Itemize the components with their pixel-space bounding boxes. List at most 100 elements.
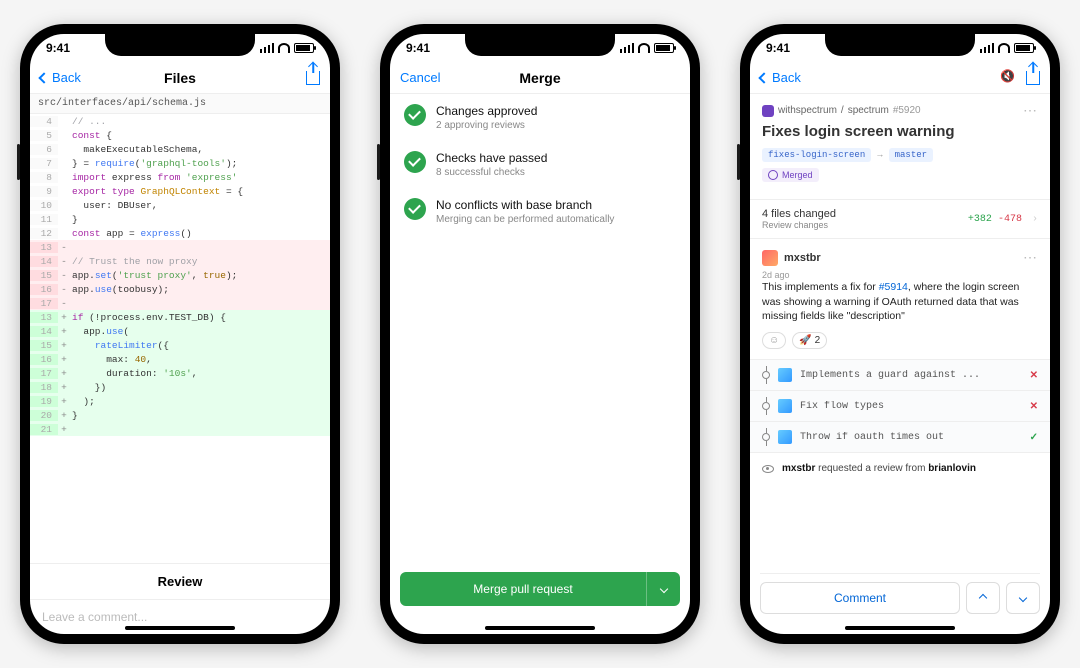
wifi-icon <box>998 43 1010 53</box>
status-time: 9:41 <box>406 41 430 55</box>
code-line: 4// ... <box>30 114 330 128</box>
avatar[interactable] <box>762 250 778 266</box>
check-icon <box>404 198 426 220</box>
files-changed-row[interactable]: 4 files changed Review changes +382 -478… <box>750 199 1050 239</box>
status-time: 9:41 <box>766 41 790 55</box>
code-line: 17+ duration: '10s', <box>30 366 330 380</box>
code-line: 14+ app.use( <box>30 324 330 338</box>
avatar <box>778 399 792 413</box>
prev-button[interactable] <box>966 582 1000 614</box>
comment-button[interactable]: Comment <box>760 582 960 614</box>
merge-pr-button[interactable]: Merge pull request <box>400 572 646 606</box>
chevron-left-icon <box>758 72 769 83</box>
code-line: 17- <box>30 296 330 310</box>
merge-dropdown-button[interactable] <box>646 572 680 606</box>
chevron-down-icon <box>659 585 667 593</box>
files-changed-sub: Review changes <box>762 220 836 230</box>
commit-row[interactable]: Implements a guard against ...✕ <box>750 359 1050 390</box>
code-line: 18+ }) <box>30 380 330 394</box>
mute-icon[interactable] <box>1002 71 1016 85</box>
cancel-label: Cancel <box>400 70 440 85</box>
code-line: 12const app = express() <box>30 226 330 240</box>
code-line: 14-// Trust the now proxy <box>30 254 330 268</box>
check-icon <box>404 104 426 126</box>
pr-title: Fixes login screen warning <box>762 123 1038 140</box>
pr-comment: mxstbr ⋯ 2d ago This implements a fix fo… <box>750 239 1050 359</box>
commit-row[interactable]: Fix flow types✕ <box>750 390 1050 421</box>
signal-icon <box>620 43 634 53</box>
issue-link[interactable]: #5914 <box>879 281 908 293</box>
signal-icon <box>980 43 994 53</box>
review-request: mxstbr requested a review from brianlovi… <box>750 452 1050 484</box>
file-path: src/interfaces/api/schema.js <box>30 94 330 114</box>
back-button[interactable]: Back <box>760 70 830 85</box>
commit-icon <box>762 371 770 379</box>
page-title: Merge <box>519 70 560 86</box>
code-line: 7} = require('graphql-tools'); <box>30 156 330 170</box>
comment-time: 2d ago <box>762 270 1038 280</box>
review-button[interactable]: Review <box>30 564 330 599</box>
code-line: 13+if (!process.env.TEST_DB) { <box>30 310 330 324</box>
wifi-icon <box>638 43 650 53</box>
code-line: 9export type GraphQLContext = { <box>30 184 330 198</box>
code-line: 10 user: DBUser, <box>30 198 330 212</box>
back-button[interactable]: Back <box>40 70 110 85</box>
page-title: Files <box>164 70 196 86</box>
signal-icon <box>260 43 274 53</box>
home-indicator <box>485 626 595 630</box>
arrow-icon: → <box>877 150 882 160</box>
merge-check-item: Changes approved2 approving reviews <box>390 94 690 141</box>
home-indicator <box>845 626 955 630</box>
avatar <box>778 368 792 382</box>
diff-view: 4// ...5const {6 makeExecutableSchema,7}… <box>30 114 330 436</box>
wifi-icon <box>278 43 290 53</box>
head-branch[interactable]: fixes-login-screen <box>762 148 871 162</box>
chevron-left-icon <box>38 72 49 83</box>
more-icon[interactable]: ⋯ <box>1023 102 1038 119</box>
code-line: 15+ rateLimiter({ <box>30 338 330 352</box>
merged-badge: Merged <box>762 168 819 182</box>
chevron-down-icon <box>1019 594 1027 602</box>
avatar <box>778 430 792 444</box>
comment-body: This implements a fix for #5914, where t… <box>762 280 1038 324</box>
back-label: Back <box>52 70 81 85</box>
share-icon[interactable] <box>1026 71 1040 85</box>
back-label: Back <box>772 70 801 85</box>
battery-icon <box>1014 43 1034 53</box>
code-line: 16+ max: 40, <box>30 352 330 366</box>
breadcrumb[interactable]: withspectrum / spectrum #5920 ⋯ <box>762 102 1038 119</box>
merge-check-item: Checks have passed8 successful checks <box>390 141 690 188</box>
diffstat: +382 -478 › <box>968 214 1038 225</box>
code-line: 19+ ); <box>30 394 330 408</box>
more-icon[interactable]: ⋯ <box>1023 249 1038 266</box>
repo-icon <box>762 105 774 117</box>
comment-author[interactable]: mxstbr <box>784 252 821 264</box>
eye-icon <box>762 465 774 473</box>
home-indicator <box>125 626 235 630</box>
commit-row[interactable]: Throw if oauth times out✓ <box>750 421 1050 452</box>
chevron-up-icon <box>979 594 987 602</box>
code-line: 6 makeExecutableSchema, <box>30 142 330 156</box>
code-line: 15-app.set('trust proxy', true); <box>30 268 330 282</box>
base-branch[interactable]: master <box>889 148 933 162</box>
cancel-button[interactable]: Cancel <box>400 70 470 85</box>
check-icon <box>404 151 426 173</box>
merge-check-item: No conflicts with base branchMerging can… <box>390 188 690 235</box>
battery-icon <box>294 43 314 53</box>
files-changed-title: 4 files changed <box>762 208 836 220</box>
code-line: 20+} <box>30 408 330 422</box>
reaction-rocket[interactable]: 🚀 2 <box>792 332 827 349</box>
status-time: 9:41 <box>46 41 70 55</box>
code-line: 5const { <box>30 128 330 142</box>
code-line: 21+ <box>30 422 330 436</box>
code-line: 13- <box>30 240 330 254</box>
add-reaction-button[interactable]: ☺ <box>762 332 786 349</box>
code-line: 11} <box>30 212 330 226</box>
battery-icon <box>654 43 674 53</box>
next-button[interactable] <box>1006 582 1040 614</box>
commit-icon <box>762 433 770 441</box>
commit-icon <box>762 402 770 410</box>
share-icon[interactable] <box>306 71 320 85</box>
code-line: 8import express from 'express' <box>30 170 330 184</box>
branch-row: fixes-login-screen → master <box>762 148 1038 162</box>
